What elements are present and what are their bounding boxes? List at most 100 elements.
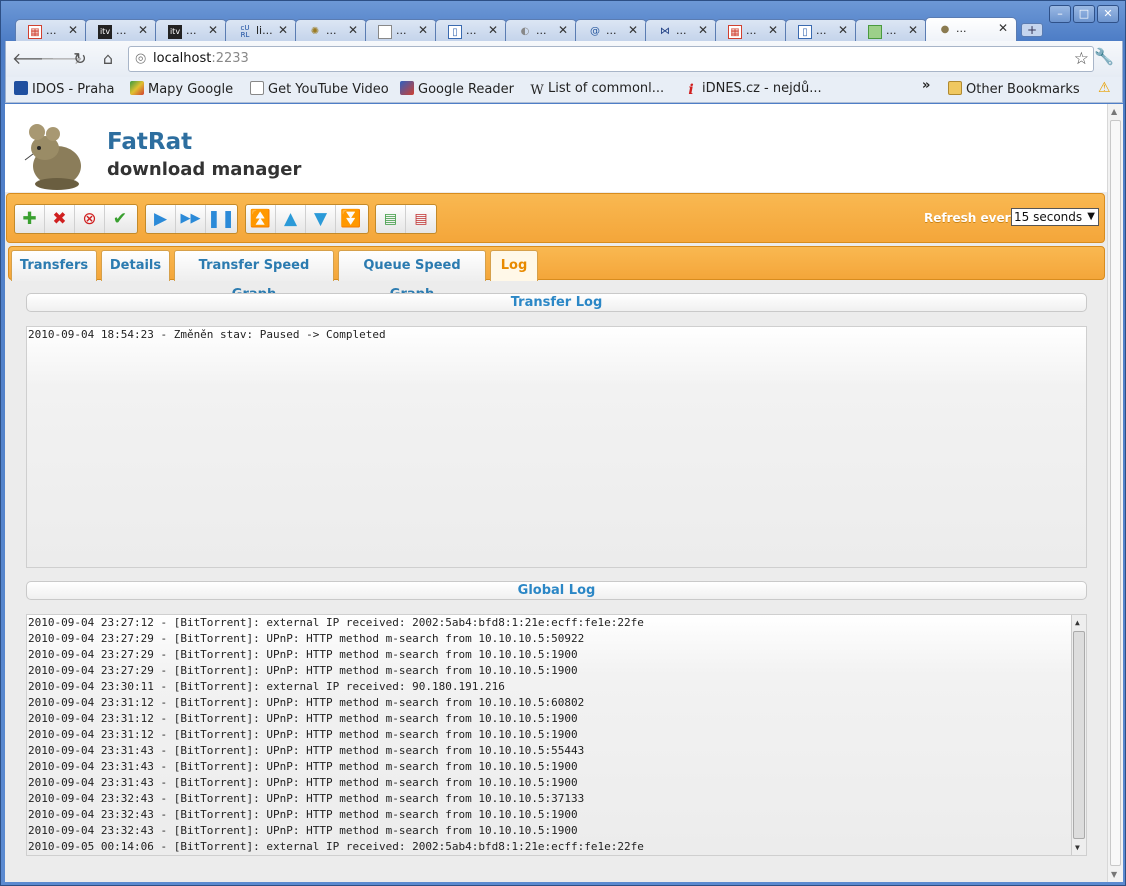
scroll-up-icon[interactable]: ▲	[1111, 107, 1117, 116]
wrench-icon[interactable]: 🔧	[1094, 47, 1114, 66]
global-log-box[interactable]: 2010-09-04 23:27:12 - [BitTorrent]: exte…	[26, 614, 1087, 856]
bookmark-star-icon[interactable]: ☆	[1074, 49, 1089, 69]
browser-tab[interactable]: ... ✕	[855, 19, 927, 43]
log-line: 2010-09-04 23:30:11 - [BitTorrent]: exte…	[28, 680, 505, 693]
scroll-up-icon[interactable]: ▲	[1075, 618, 1080, 627]
address-bar[interactable]: ◎ localhost:2233 ☆	[128, 46, 1094, 72]
global-log-header: Global Log	[26, 581, 1087, 600]
at-icon: @	[590, 26, 600, 37]
app-header: FatRat download manager	[5, 104, 1107, 192]
browser-tab[interactable]: ▦... ✕	[715, 19, 787, 43]
close-tab-icon[interactable]: ✕	[348, 23, 358, 37]
bookmark-mapy-google[interactable]: Mapy Google	[130, 81, 233, 97]
calendar-icon: ▦	[728, 25, 742, 39]
browser-tab[interactable]: ▦... ✕	[15, 19, 87, 43]
transfer-log-lines: 2010-09-04 18:54:23 - Změněn stav: Pause…	[27, 327, 1086, 343]
browser-tab[interactable]: ⋈... ✕	[645, 19, 717, 43]
move-top-button[interactable]: ⏫	[246, 205, 276, 233]
browser-tab[interactable]: ◐... ✕	[505, 19, 577, 43]
close-tab-icon[interactable]: ✕	[558, 23, 568, 37]
close-tab-icon[interactable]: ✕	[208, 23, 218, 37]
bookmark-idos[interactable]: IDOS - Praha	[14, 81, 114, 97]
browser-tab[interactable]: cU RL li... ✕	[225, 19, 297, 43]
refresh-interval-select[interactable]: 15 seconds ▼	[1011, 208, 1099, 226]
bookmark-idnes[interactable]: i iDNES.cz - nejdů...	[684, 81, 821, 98]
close-tab-icon[interactable]: ✕	[278, 23, 288, 37]
idnes-icon: i	[688, 82, 694, 98]
log-line: 2010-09-04 23:31:12 - [BitTorrent]: UPnP…	[28, 696, 585, 709]
map-icon	[868, 25, 882, 39]
window-controls: – □ ✕	[1047, 5, 1119, 23]
resume-button[interactable]: ▶	[146, 205, 176, 233]
browser-tab-active[interactable]: ●... ✕	[925, 17, 1017, 43]
tab-queue-speed-graph[interactable]: Queue Speed Graph	[338, 250, 486, 302]
browser-tab[interactable]: ▯... ✕	[435, 19, 507, 43]
delete-with-data-button[interactable]: ⊗	[75, 205, 105, 233]
browser-tab[interactable]: itv... ✕	[85, 19, 157, 43]
tab-strip: ▦... ✕ itv... ✕ itv... ✕ cU RL li... ✕ ✺... ✕ .…	[5, 15, 1045, 43]
close-tab-icon[interactable]: ✕	[68, 23, 78, 37]
back-button[interactable]: 🡐	[12, 47, 55, 71]
add-queue-button[interactable]: ▤	[376, 205, 406, 233]
maximize-button[interactable]: □	[1073, 5, 1095, 23]
log-line: 2010-09-04 23:31:43 - [BitTorrent]: UPnP…	[28, 744, 585, 757]
close-tab-icon[interactable]: ✕	[698, 23, 708, 37]
force-resume-button[interactable]: ▶▶	[176, 205, 206, 233]
add-transfer-button[interactable]: ✚	[15, 205, 45, 233]
reload-button[interactable]: ↻	[68, 47, 92, 71]
complete-check-button[interactable]: ✔	[105, 205, 135, 233]
scroll-down-icon[interactable]: ▼	[1075, 843, 1080, 852]
tab-log[interactable]: Log	[490, 250, 538, 281]
queue-move-group: ⏫ ▲ ▼ ⏬	[245, 204, 369, 234]
close-window-button[interactable]: ✕	[1097, 5, 1119, 23]
scroll-thumb[interactable]	[1073, 631, 1085, 839]
bowtie-icon: ⋈	[660, 26, 670, 37]
page-scroll-thumb[interactable]	[1110, 120, 1121, 866]
tab-transfer-speed-graph[interactable]: Transfer Speed Graph	[174, 250, 334, 302]
close-tab-icon[interactable]: ✕	[418, 23, 428, 37]
browser-tab[interactable]: ... ✕	[365, 19, 437, 43]
pause-button[interactable]: ❚❚	[206, 205, 236, 233]
close-tab-icon[interactable]: ✕	[768, 23, 778, 37]
browser-tab[interactable]: itv... ✕	[155, 19, 227, 43]
transfer-log-box[interactable]: 2010-09-04 18:54:23 - Změněn stav: Pause…	[26, 326, 1087, 568]
doc-icon: ▯	[448, 25, 462, 39]
browser-tab[interactable]: @... ✕	[575, 19, 647, 43]
move-down-button[interactable]: ▼	[306, 205, 336, 233]
browser-window: ▦... ✕ itv... ✕ itv... ✕ cU RL li... ✕ ✺... ✕ .…	[0, 0, 1126, 886]
app-subtitle: download manager	[107, 159, 302, 180]
other-bookmarks[interactable]: Other Bookmarks	[948, 81, 1080, 97]
close-tab-icon[interactable]: ✕	[488, 23, 498, 37]
bookmarks-overflow-chevron[interactable]: »	[922, 78, 930, 93]
browser-tab[interactable]: ✺... ✕	[295, 19, 367, 43]
move-up-button[interactable]: ▲	[276, 205, 306, 233]
bookmark-youtube[interactable]: Get YouTube Video	[250, 81, 389, 97]
page-scrollbar[interactable]: ▲ ▼	[1107, 104, 1123, 882]
close-tab-icon[interactable]: ✕	[838, 23, 848, 37]
browser-tab[interactable]: ▯... ✕	[785, 19, 857, 43]
curl-icon: cU RL	[240, 24, 250, 39]
app-title: FatRat	[107, 129, 193, 155]
log-line: 2010-09-04 23:32:43 - [BitTorrent]: UPnP…	[28, 824, 578, 837]
warning-icon[interactable]: ⚠	[1098, 80, 1111, 96]
log-line: 2010-09-04 23:32:43 - [BitTorrent]: UPnP…	[28, 792, 585, 805]
bookmark-google-reader[interactable]: Google Reader	[400, 81, 514, 97]
minimize-button[interactable]: –	[1049, 5, 1071, 23]
global-log-scrollbar[interactable]: ▲ ▼	[1071, 615, 1086, 855]
close-tab-icon[interactable]: ✕	[908, 23, 918, 37]
new-tab-button[interactable]: +	[1021, 23, 1043, 37]
delete-transfer-button[interactable]: ✖	[45, 205, 75, 233]
close-tab-icon[interactable]: ✕	[628, 23, 638, 37]
remove-queue-button[interactable]: ▤	[406, 205, 436, 233]
close-tab-icon[interactable]: ✕	[998, 21, 1008, 35]
move-bottom-button[interactable]: ⏬	[336, 205, 366, 233]
scroll-down-icon[interactable]: ▼	[1111, 870, 1117, 879]
forward-button[interactable]: 🡒	[40, 47, 83, 71]
bookmark-wikipedia[interactable]: W List of commonl...	[530, 81, 664, 98]
puzzle-icon: ✺	[310, 26, 320, 37]
close-tab-icon[interactable]: ✕	[138, 23, 148, 37]
action-toolbar: ✚ ✖ ⊗ ✔ ▶ ▶▶ ❚❚ ⏫ ▲ ▼ ⏬ ▤ ▤ Refresh ever…	[6, 193, 1105, 243]
tab-transfers[interactable]: Transfers	[11, 250, 97, 281]
tab-details[interactable]: Details	[101, 250, 170, 281]
home-button[interactable]: ⌂	[96, 47, 120, 71]
